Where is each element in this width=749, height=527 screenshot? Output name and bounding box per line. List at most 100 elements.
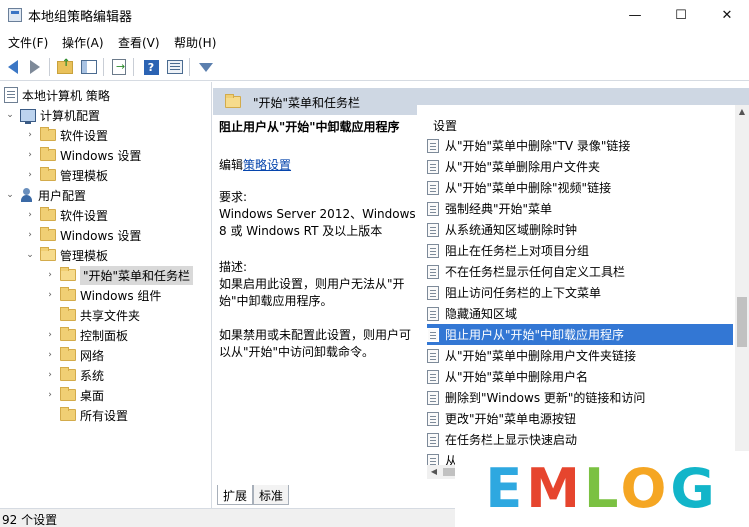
menu-help[interactable]: 帮助(H) — [174, 34, 216, 51]
tree-node-cc-windows[interactable]: › Windows 设置 — [24, 145, 141, 165]
policy-setting-icon — [427, 411, 439, 426]
setting-row[interactable]: 从"开始"菜单中删除用户文件夹链接 — [427, 345, 733, 366]
policy-setting-icon — [427, 369, 439, 384]
vertical-scroll-thumb[interactable] — [737, 297, 747, 347]
tree-node-control-panel[interactable]: › 控制面板 — [44, 325, 128, 345]
setting-row[interactable]: 从系统通知区域删除时钟 — [427, 219, 733, 240]
forward-icon[interactable] — [26, 58, 44, 76]
watermark-letter: E — [485, 457, 527, 520]
folder-icon — [60, 287, 76, 301]
tree-node-desktop[interactable]: › 桌面 — [44, 385, 104, 405]
policy-setting-icon — [427, 159, 439, 174]
settings-list[interactable]: 设置 从"开始"菜单中删除"TV 录像"链接从"开始"菜单删除用户文件夹 从"开始… — [417, 105, 735, 465]
open-folder-icon — [60, 267, 76, 281]
tree-node-cc-admin[interactable]: › 管理模板 — [24, 165, 108, 185]
setting-row[interactable]: 阻止在任务栏上对项目分组 — [427, 240, 733, 261]
column-header-setting[interactable]: 设置 — [417, 105, 735, 135]
back-icon[interactable] — [4, 58, 22, 76]
tree-node-shared-folders[interactable]: 共享文件夹 — [60, 305, 140, 325]
title-bar: 本地组策略编辑器 — ☐ ✕ — [0, 0, 749, 30]
policy-setting-icon — [427, 327, 439, 342]
chevron-right-icon[interactable]: › — [44, 290, 56, 300]
properties-icon[interactable] — [166, 58, 184, 76]
menu-action[interactable]: 操作(A) — [62, 34, 104, 51]
tree-node-computer-config[interactable]: ⌄ 计算机配置 — [4, 105, 100, 125]
setting-row[interactable]: 从"开始"菜单中删除用户名 — [427, 366, 733, 387]
chevron-right-icon[interactable]: › — [24, 130, 36, 140]
setting-row[interactable]: 隐藏通知区域 — [427, 303, 733, 324]
tree-node-user-config[interactable]: ⌄ 用户配置 — [4, 185, 86, 205]
setting-label: 从系统通知区域删除时钟 — [445, 223, 578, 237]
tree-node-network[interactable]: › 网络 — [44, 345, 104, 365]
setting-row[interactable]: 阻止用户从"开始"中卸载应用程序 — [427, 324, 733, 345]
setting-label: 阻止用户从"开始"中卸载应用程序 — [445, 328, 625, 342]
description-text-2: 如果禁用或未配置此设置，则用户可以从"开始"中访问卸载命令。 — [219, 328, 412, 359]
chevron-down-icon[interactable]: ⌄ — [24, 250, 36, 260]
setting-row[interactable]: 从"开始"菜单中删除"视频"链接 — [427, 177, 733, 198]
chevron-down-icon[interactable]: ⌄ — [4, 110, 16, 120]
chevron-down-icon[interactable]: ⌄ — [4, 190, 16, 200]
setting-row[interactable]: 从"开始"菜单删除用户文件夹 — [427, 156, 733, 177]
tree-node-uc-admin[interactable]: ⌄ 管理模板 — [24, 245, 108, 265]
setting-row[interactable]: 更改"开始"菜单电源按钮 — [427, 408, 733, 429]
chevron-right-icon[interactable]: › — [44, 270, 56, 280]
chevron-right-icon[interactable]: › — [24, 210, 36, 220]
chevron-right-icon[interactable]: › — [44, 330, 56, 340]
setting-row[interactable]: 阻止访问任务栏的上下文菜单 — [427, 282, 733, 303]
tab-standard[interactable]: 标准 — [253, 485, 290, 505]
setting-row[interactable]: 在任务栏上显示快速启动 — [427, 429, 733, 450]
edit-policy-link[interactable]: 策略设置 — [243, 158, 291, 172]
setting-row[interactable]: 从"开始"菜单中删除"TV 录像"链接 — [427, 135, 733, 156]
export-icon[interactable] — [110, 58, 128, 76]
minimize-button[interactable]: — — [612, 0, 658, 30]
show-pane-icon[interactable] — [80, 58, 98, 76]
menu-view[interactable]: 查看(V) — [118, 34, 160, 51]
tree-node-start-taskbar[interactable]: › "开始"菜单和任务栏 — [44, 265, 194, 285]
tree-node-uc-software[interactable]: › 软件设置 — [24, 205, 108, 225]
folder-icon — [60, 327, 76, 341]
details-header-title: "开始"菜单和任务栏 — [253, 96, 361, 110]
setting-row[interactable]: 删除到"Windows 更新"的链接和访问 — [427, 387, 733, 408]
setting-label: 阻止在任务栏上对项目分组 — [445, 244, 590, 258]
tree-node-system[interactable]: › 系统 — [44, 365, 104, 385]
up-folder-icon[interactable] — [56, 58, 74, 76]
requirements-label: 要求: — [219, 190, 248, 204]
chevron-right-icon[interactable]: › — [24, 230, 36, 240]
vertical-scrollbar[interactable]: ▲ — [735, 105, 749, 480]
tree-node-cc-software[interactable]: › 软件设置 — [24, 125, 108, 145]
folder-icon — [40, 227, 56, 241]
tab-extended[interactable]: 扩展 — [217, 485, 254, 505]
setting-row[interactable]: 强制经典"开始"菜单 — [427, 198, 733, 219]
tree-node-root[interactable]: 本地计算机 策略 — [4, 85, 110, 105]
edit-policy-line: 编辑策略设置 — [219, 157, 291, 174]
policy-document-icon — [4, 87, 18, 103]
tree-node-all-settings[interactable]: 所有设置 — [60, 405, 128, 425]
setting-label: 更改"开始"菜单电源按钮 — [445, 412, 577, 426]
setting-row[interactable]: 不在任务栏显示任何自定义工具栏 — [427, 261, 733, 282]
menu-file[interactable]: 文件(F) — [8, 34, 48, 51]
chevron-right-icon[interactable]: › — [24, 150, 36, 160]
chevron-right-icon[interactable]: › — [24, 170, 36, 180]
maximize-button[interactable]: ☐ — [658, 0, 704, 30]
tree-node-uc-windows[interactable]: › Windows 设置 — [24, 225, 141, 245]
help-icon[interactable]: ? — [142, 58, 160, 76]
settings-count: 92 个设置 — [2, 513, 58, 527]
chevron-right-icon[interactable]: › — [44, 390, 56, 400]
policy-tree[interactable]: 本地计算机 策略 ⌄ 计算机配置 › 软件设置 › Windows 设置 › 管… — [0, 82, 212, 508]
tree-node-windows-components[interactable]: › Windows 组件 — [44, 285, 161, 305]
emlog-watermark-logo: EMLOG — [455, 451, 749, 527]
requirements-text: Windows Server 2012、Windows 8 或 Windows … — [219, 207, 416, 238]
close-button[interactable]: ✕ — [704, 0, 749, 30]
folder-icon — [40, 167, 56, 181]
watermark-text: EMLOG — [485, 462, 718, 516]
filter-icon[interactable] — [197, 58, 215, 76]
scroll-up-arrow-icon[interactable]: ▲ — [735, 105, 749, 119]
toolbar-separator — [133, 58, 134, 76]
chevron-right-icon[interactable]: › — [44, 350, 56, 360]
chevron-right-icon[interactable]: › — [44, 370, 56, 380]
setting-label: 从"开始"菜单中删除"TV 录像"链接 — [445, 139, 631, 153]
folder-icon — [60, 307, 76, 321]
toolbar-separator — [189, 58, 190, 76]
folder-icon — [40, 207, 56, 221]
scroll-left-arrow-icon[interactable]: ◀ — [427, 465, 441, 479]
